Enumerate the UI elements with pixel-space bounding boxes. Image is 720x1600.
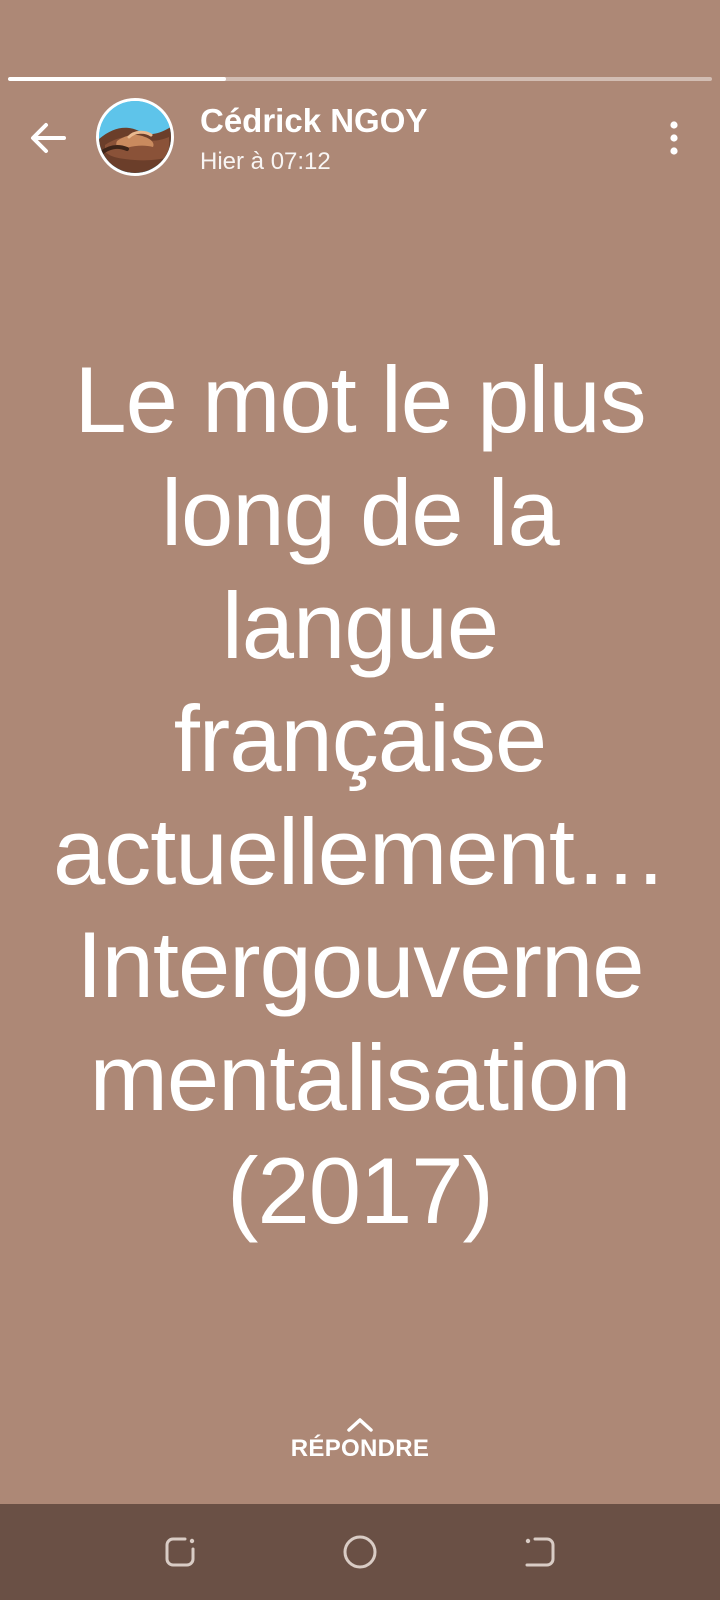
chevron-up-icon — [347, 1418, 373, 1432]
story-text: Le mot le plus long de la langue françai… — [53, 347, 668, 1243]
reply-label: RÉPONDRE — [290, 1435, 430, 1462]
home-icon — [343, 1535, 377, 1569]
story-progress-fill — [8, 77, 227, 81]
home-button[interactable] — [336, 1528, 384, 1576]
arrow-left-icon — [31, 123, 66, 153]
recents-button[interactable] — [156, 1528, 204, 1576]
more-options-button[interactable] — [654, 112, 694, 164]
recents-icon — [165, 1537, 195, 1567]
back-nav-button[interactable] — [516, 1528, 564, 1576]
back-button[interactable] — [22, 112, 74, 164]
back-icon — [525, 1537, 555, 1567]
story-timestamp: Hier à 07:12 — [200, 148, 331, 175]
author-name[interactable]: Cédrick NGOY — [200, 102, 427, 140]
avatar-photo — [99, 101, 171, 173]
author-avatar[interactable] — [96, 98, 174, 176]
reply-button[interactable]: RÉPONDRE — [260, 1415, 460, 1475]
system-navigation-bar — [0, 1504, 720, 1600]
more-vertical-icon — [670, 121, 678, 155]
story-progress-bar — [8, 77, 712, 81]
